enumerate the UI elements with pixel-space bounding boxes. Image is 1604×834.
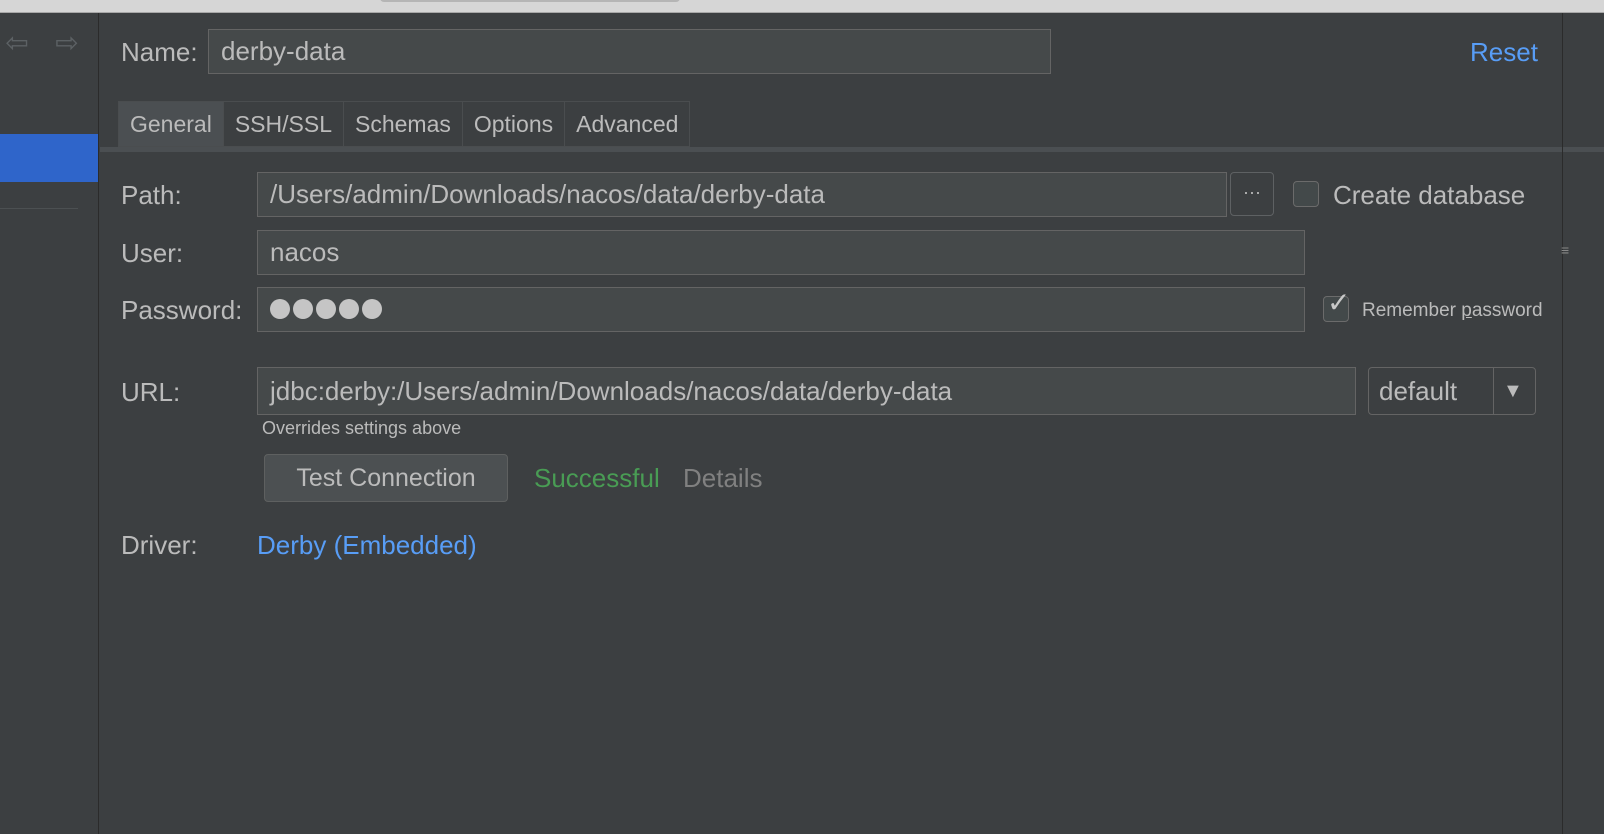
tab-advanced[interactable]: Advanced: [565, 101, 691, 147]
name-label: Name:: [121, 37, 198, 67]
driver-link[interactable]: Derby (Embedded): [257, 530, 477, 561]
resize-handle-icon[interactable]: ≡: [1561, 242, 1569, 258]
name-input[interactable]: derby-data: [208, 29, 1051, 74]
arrow-left-icon[interactable]: ⇦: [2, 27, 32, 58]
password-dot: [293, 299, 313, 319]
remember-label-pre: Remember: [1362, 300, 1462, 321]
driver-label: Driver:: [121, 530, 198, 560]
test-connection-button[interactable]: Test Connection: [264, 454, 508, 502]
password-input[interactable]: [257, 287, 1305, 332]
path-input[interactable]: /Users/admin/Downloads/nacos/data/derby-…: [257, 172, 1227, 217]
path-label: Path:: [121, 180, 182, 210]
details-link[interactable]: Details: [683, 463, 762, 494]
window-title-bar: [0, 0, 1604, 13]
arrow-right-icon[interactable]: ⇨: [52, 27, 82, 58]
tab-ssh-ssl[interactable]: SSH/SSL: [223, 101, 344, 147]
tab-bar: General SSH/SSL Schemas Options Advanced: [118, 101, 691, 147]
url-mode-value: default: [1379, 376, 1458, 406]
browse-button[interactable]: ···: [1230, 172, 1274, 216]
password-dot: [316, 299, 336, 319]
chevron-down-icon[interactable]: ▼: [1503, 368, 1523, 414]
checkmark-icon: ✓: [1327, 287, 1351, 318]
window-title-text: [380, 0, 680, 2]
remember-password-label: Remember password: [1362, 296, 1543, 326]
tab-underline: [100, 147, 1604, 152]
right-divider: [1562, 13, 1563, 834]
url-hint: Overrides settings above: [262, 418, 462, 438]
remember-password-checkbox[interactable]: ✓: [1323, 288, 1350, 322]
url-mode-select[interactable]: default ▼: [1368, 367, 1536, 415]
password-dot: [339, 299, 359, 319]
select-divider: [1493, 368, 1494, 414]
create-database-label: Create database: [1333, 180, 1526, 210]
password-dot: [270, 299, 290, 319]
password-label: Password:: [121, 295, 243, 325]
remember-label-post: assword: [1471, 300, 1543, 321]
url-label: URL:: [121, 377, 181, 407]
create-database-checkbox[interactable]: [1293, 181, 1319, 207]
password-dot: [362, 299, 382, 319]
user-input[interactable]: nacos: [257, 230, 1305, 275]
password-mask: [270, 288, 1292, 330]
sidebar-divider: [0, 208, 78, 209]
connection-status: Successful: [534, 463, 660, 493]
url-input[interactable]: jdbc:derby:/Users/admin/Downloads/nacos/…: [257, 367, 1356, 415]
tab-options[interactable]: Options: [462, 101, 566, 147]
remember-label-mnemonic: p: [1461, 300, 1472, 321]
tab-schemas[interactable]: Schemas: [343, 101, 463, 147]
reset-link[interactable]: Reset: [1470, 37, 1538, 68]
user-label: User:: [121, 238, 184, 268]
sidebar-selected-item[interactable]: [0, 134, 98, 182]
tab-general[interactable]: General: [118, 101, 224, 147]
sidebar: ⇦ ⇨: [0, 13, 99, 834]
